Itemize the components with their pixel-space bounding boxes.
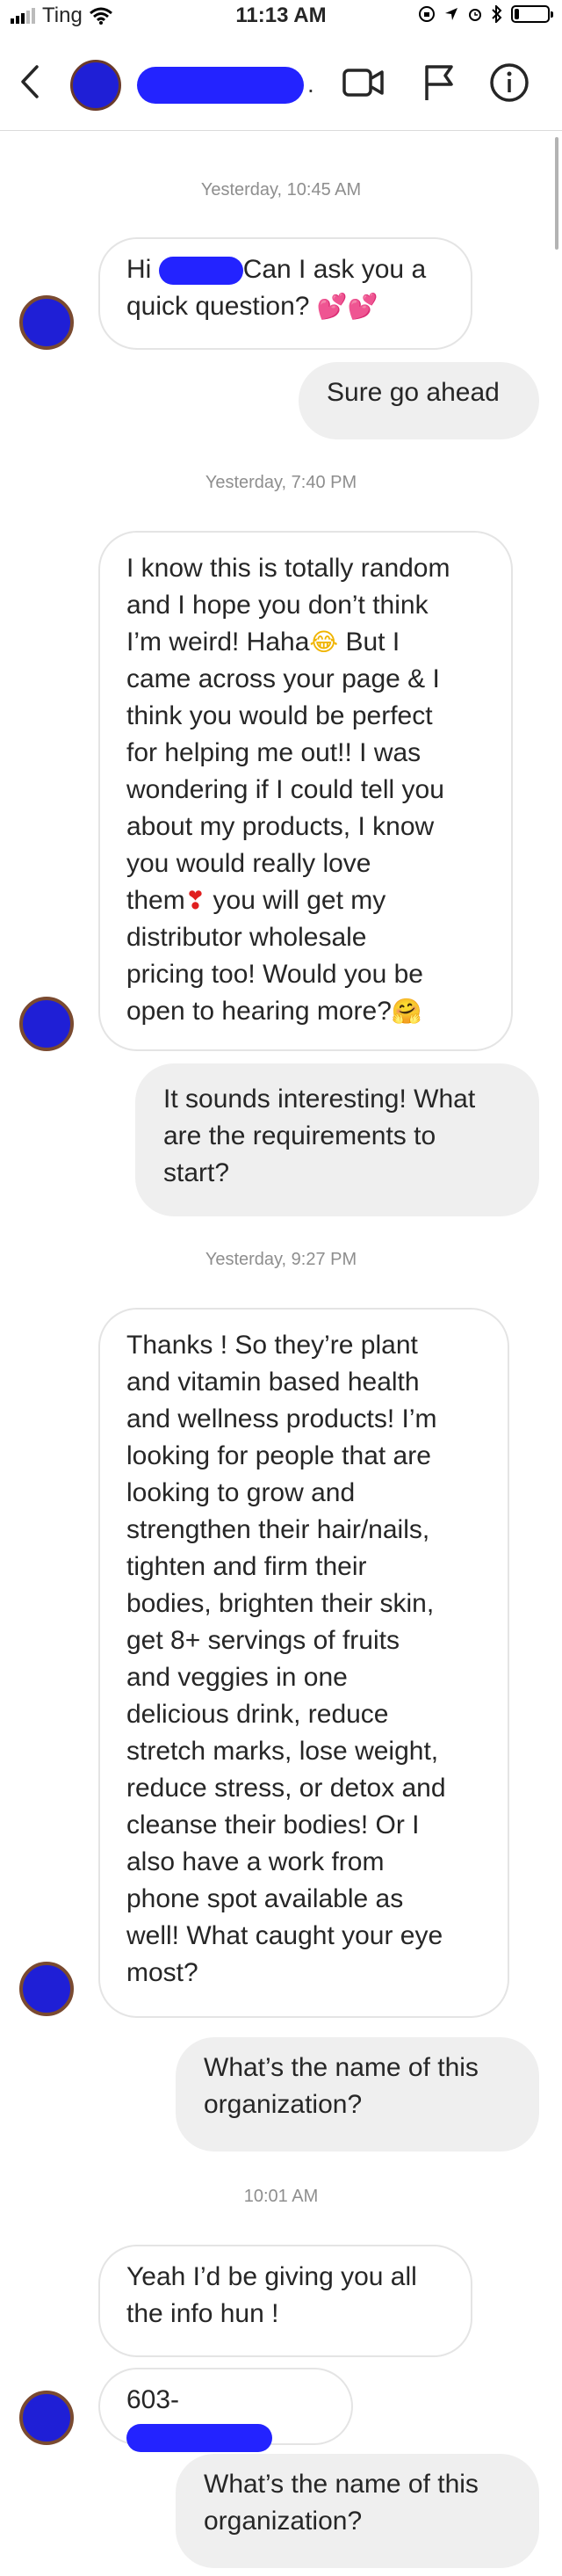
redacted-phone-number: ███████ — [126, 2424, 272, 2453]
laughing-emoji: 😂 — [309, 628, 339, 657]
info-button[interactable] — [488, 62, 530, 104]
incoming-message[interactable]: Thanks ! So they’re plant and vitamin ba… — [98, 1308, 509, 2018]
chat-header: ████████ . — [0, 35, 562, 131]
incoming-message[interactable]: I know this is totally random and I hope… — [98, 531, 513, 1051]
outgoing-message[interactable]: What’s the name of this organization? — [176, 2037, 539, 2152]
sender-avatar[interactable] — [19, 2391, 74, 2445]
flag-icon — [425, 65, 453, 100]
contact-name-period: . — [307, 70, 314, 98]
contact-avatar[interactable] — [70, 60, 121, 111]
timestamp: 10:01 AM — [243, 2187, 319, 2206]
message-text: Hi — [126, 255, 152, 284]
back-icon — [21, 65, 39, 98]
hugging-face-emoji: 🤗 — [391, 997, 422, 1026]
info-icon — [490, 63, 529, 102]
report-button[interactable] — [418, 62, 460, 104]
outgoing-message[interactable]: Sure go ahead — [299, 362, 539, 439]
alarm-icon — [469, 9, 481, 21]
orientation-lock-icon — [419, 6, 435, 22]
back-button[interactable] — [12, 62, 47, 102]
sender-avatar[interactable] — [19, 1962, 74, 2016]
timestamp: Yesterday, 7:40 PM — [205, 473, 357, 492]
redacted-name: █████ — [158, 257, 243, 286]
video-call-button[interactable] — [342, 62, 385, 104]
battery-icon — [511, 5, 553, 23]
message-text: I know this is totally random and I hope… — [126, 554, 450, 657]
timestamp: Yesterday, 10:45 AM — [200, 180, 362, 200]
message-text: But I came across your page & I think yo… — [126, 628, 444, 915]
incoming-message[interactable]: 603- ███████ — [98, 2368, 353, 2453]
status-bar: Ting 11:13 AM — [0, 0, 562, 35]
two-hearts-emoji: 💕💕 — [316, 292, 378, 321]
sender-avatar[interactable] — [19, 295, 74, 350]
outgoing-message[interactable]: What’s the name of this organization? — [176, 2454, 539, 2568]
video-call-icon — [342, 69, 384, 97]
heart-exclamation-emoji: ❣ — [184, 886, 206, 915]
outgoing-message[interactable]: It sounds interesting! What are the requ… — [135, 1063, 539, 1216]
sender-avatar[interactable] — [19, 997, 74, 1051]
message-text: 603- — [126, 2385, 180, 2414]
timestamp: Yesterday, 9:27 PM — [205, 1250, 357, 1269]
contact-name[interactable]: ████████ — [137, 67, 304, 104]
bluetooth-icon — [492, 5, 502, 23]
battery-level — [515, 9, 520, 19]
status-right — [418, 5, 553, 23]
incoming-message[interactable]: Yeah I’d be giving you all the info hun … — [98, 2245, 472, 2357]
incoming-message[interactable]: Hi █████Can I ask you a quick question? … — [98, 237, 472, 350]
location-arrow-icon — [445, 8, 458, 20]
